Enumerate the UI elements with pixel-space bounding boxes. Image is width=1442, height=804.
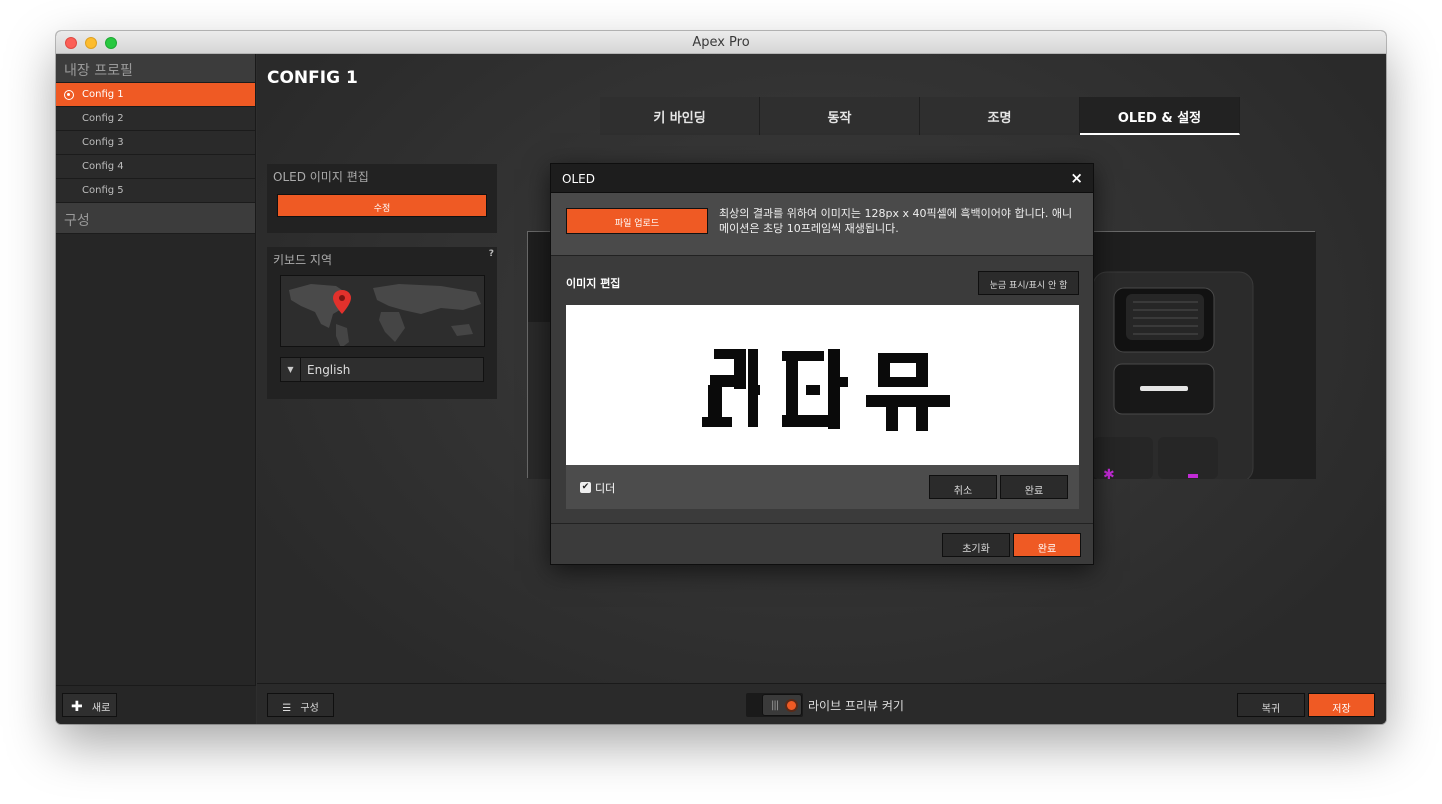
sidebar-section-config[interactable]: 구성 xyxy=(56,203,255,234)
tab-illumination[interactable]: 조명 xyxy=(920,97,1080,135)
list-icon: ☰ xyxy=(282,703,292,714)
status-dot-icon xyxy=(787,701,796,710)
sidebar-item-label: Config 1 xyxy=(82,89,124,100)
oled-image-canvas[interactable] xyxy=(566,305,1079,465)
keyboard-region-panel: 키보드 지역 ? ▼ English xyxy=(267,247,497,399)
canvas-footer: ✔ 디더 취소 완료 xyxy=(566,465,1079,509)
sidebar-item-config-4[interactable]: Config 4 xyxy=(56,155,255,179)
world-map[interactable] xyxy=(280,275,485,347)
dialog-title: OLED xyxy=(562,172,595,186)
sidebar-item-config-5[interactable]: Config 5 xyxy=(56,179,255,203)
tab-bar: 키 바인딩 동작 조명 OLED & 설정 xyxy=(600,97,1240,135)
sidebar-item-label: Config 3 xyxy=(82,137,124,148)
svg-text:✱: ✱ xyxy=(1103,467,1115,479)
title-bar: Apex Pro xyxy=(56,31,1386,54)
upload-instructions: 최상의 결과를 위하여 이미지는 128px x 40픽셀에 흑백이어야 합니다… xyxy=(719,207,1073,235)
keyboard-region-title: 키보드 지역 xyxy=(273,253,333,267)
sidebar: 내장 프로필 Config 1 Config 2 Config 3 Config… xyxy=(56,54,256,724)
dialog-footer: 초기화 완료 xyxy=(551,523,1093,564)
plus-icon: ✚ xyxy=(71,699,83,715)
image-edit-title: 이미지 편집 xyxy=(566,277,621,290)
help-icon[interactable]: ? xyxy=(489,249,494,259)
sidebar-item-label: Config 2 xyxy=(82,113,124,124)
bottom-bar: ☰ 구성 ||| 라이브 프리뷰 켜기 복귀 저장 xyxy=(257,683,1386,724)
sidebar-footer: ✚ 새로 xyxy=(56,685,256,724)
cancel-button[interactable]: 취소 xyxy=(929,475,997,499)
window-title: Apex Pro xyxy=(692,35,750,50)
toggle-knob: ||| xyxy=(762,694,802,716)
upload-row: 파일 업로드 최상의 결과를 위하여 이미지는 128px x 40픽셀에 흑백… xyxy=(551,193,1093,256)
dialog-header: OLED × xyxy=(551,164,1093,193)
oled-edit-button[interactable]: 수정 xyxy=(277,194,487,217)
revert-button[interactable]: 복귀 xyxy=(1237,693,1305,717)
sidebar-item-config-1[interactable]: Config 1 xyxy=(56,83,255,107)
sidebar-header: 내장 프로필 xyxy=(56,54,255,83)
tab-key-binding[interactable]: 키 바인딩 xyxy=(600,97,760,135)
save-button[interactable]: 저장 xyxy=(1308,693,1375,717)
dropdown-arrow-icon: ▼ xyxy=(281,358,301,381)
tab-actuation[interactable]: 동작 xyxy=(760,97,920,135)
image-done-button[interactable]: 완료 xyxy=(1000,475,1068,499)
new-config-label: 새로 xyxy=(91,703,111,714)
live-preview-label: 라이브 프리뷰 켜기 xyxy=(808,699,904,713)
toggle-grid-button[interactable]: 눈금 표시/표시 안 함 xyxy=(978,271,1079,295)
oled-pixel-art xyxy=(702,349,950,431)
page-title: CONFIG 1 xyxy=(267,68,358,88)
dither-label: 디더 xyxy=(595,482,616,495)
language-select[interactable]: ▼ English xyxy=(280,357,484,382)
sidebar-item-label: Config 4 xyxy=(82,161,124,172)
dither-checkbox[interactable]: ✔ xyxy=(580,482,591,493)
sidebar-item-config-3[interactable]: Config 3 xyxy=(56,131,255,155)
live-preview-toggle[interactable]: ||| xyxy=(746,693,803,717)
tab-oled-settings[interactable]: OLED & 설정 xyxy=(1080,97,1240,135)
language-value: English xyxy=(307,363,351,377)
sidebar-item-config-2[interactable]: Config 2 xyxy=(56,107,255,131)
radio-selected-icon xyxy=(64,90,74,100)
oled-edit-title: OLED 이미지 편집 xyxy=(273,170,369,184)
config-list-button[interactable]: ☰ 구성 xyxy=(267,693,334,717)
oled-dialog: OLED × 파일 업로드 최상의 결과를 위하여 이미지는 128px x 4… xyxy=(550,163,1094,565)
sidebar-item-label: Config 5 xyxy=(82,185,124,196)
new-config-button[interactable]: ✚ 새로 xyxy=(62,693,117,717)
done-button[interactable]: 완료 xyxy=(1013,533,1081,557)
oled-edit-panel: OLED 이미지 편집 수정 xyxy=(267,164,497,233)
reset-button[interactable]: 초기화 xyxy=(942,533,1010,557)
config-list-label: 구성 xyxy=(300,703,319,714)
file-upload-button[interactable]: 파일 업로드 xyxy=(566,208,708,234)
close-icon[interactable]: × xyxy=(1070,169,1083,187)
grip-icon: ||| xyxy=(771,700,779,711)
image-edit-section: 이미지 편집 눈금 표시/표시 안 함 ✔ 디더 취소 완료 xyxy=(551,257,1093,523)
